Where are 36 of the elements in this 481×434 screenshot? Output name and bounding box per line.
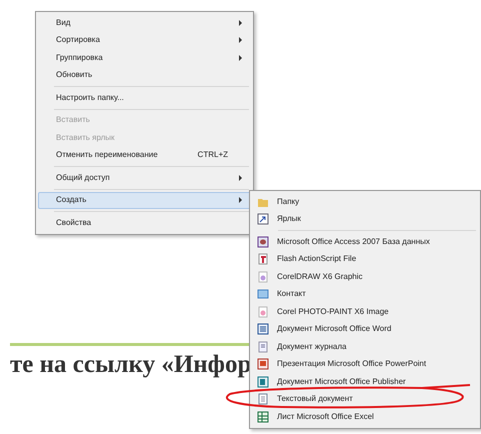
menu-item[interactable]: Группировка (38, 49, 251, 66)
menu-item[interactable]: Создать (38, 192, 251, 209)
word-document-icon (257, 323, 269, 336)
menu-item[interactable]: CorelDRAW X6 Graphic (252, 268, 478, 286)
graphic-file-icon (257, 270, 269, 283)
publisher-file-icon (257, 376, 269, 388)
menu-item[interactable]: Презентация Microsoft Office PowerPoint (252, 356, 478, 373)
menu-item[interactable]: Документ Microsoft Office Publisher (252, 373, 478, 390)
menu-item[interactable]: Папку (252, 193, 478, 210)
menu-item[interactable]: Сортировка (38, 32, 251, 49)
image-file-icon (257, 306, 269, 318)
menu-item[interactable]: Ярлык (252, 210, 478, 228)
flash-file-icon (257, 253, 269, 266)
menu-item[interactable]: Общий доступ (38, 169, 251, 186)
menu-item[interactable]: Настроить папку... (38, 89, 251, 106)
menu-item[interactable]: Flash ActionScript File (252, 250, 478, 268)
menu-item[interactable]: Отменить переименование CTRL+Z (38, 146, 251, 164)
menu-item[interactable]: Microsoft Office Access 2007 База данных (252, 233, 478, 250)
spreadsheet-file-icon (257, 410, 269, 423)
text-document-icon (257, 393, 269, 406)
journal-document-icon (257, 340, 269, 353)
menu-item[interactable]: Документ журнала (252, 338, 478, 356)
menu-item[interactable]: Лист Microsoft Office Excel (252, 408, 478, 426)
menu-item[interactable]: Свойства (38, 214, 251, 232)
presentation-file-icon (257, 358, 269, 370)
document-heading: те на ссылку «Инфор (10, 352, 252, 377)
menu-item[interactable]: Контакт (252, 286, 478, 303)
menu-item[interactable]: Обновить (38, 66, 251, 84)
menu-item[interactable]: Вид (38, 14, 251, 32)
database-file-icon (257, 236, 269, 248)
menu-item[interactable]: Текстовый документ (252, 390, 478, 408)
contact-card-icon (257, 288, 269, 300)
shortcut-icon (257, 213, 269, 226)
shortcut-label: CTRL+Z (198, 149, 228, 162)
menu-item[interactable]: Документ Microsoft Office Word (252, 320, 478, 338)
menu-item[interactable]: Corel PHOTO-PAINT X6 Image (252, 303, 478, 320)
